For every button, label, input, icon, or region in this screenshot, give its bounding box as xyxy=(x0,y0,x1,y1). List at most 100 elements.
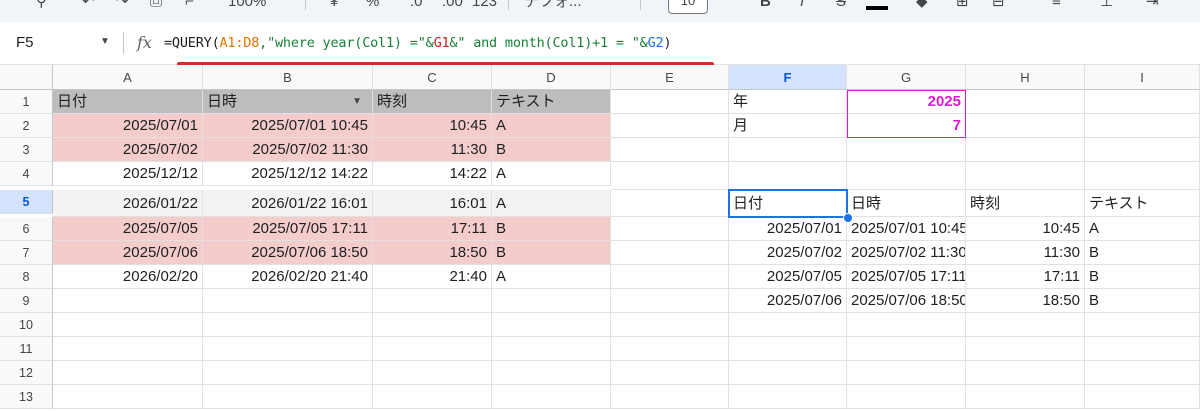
cell-a2[interactable]: 2025/07/01 xyxy=(53,114,203,138)
increase-decimal-button[interactable]: .00 xyxy=(442,0,463,14)
column-header-b[interactable]: B xyxy=(203,65,373,90)
percent-button[interactable]: % xyxy=(366,0,379,14)
column-header-a[interactable]: A xyxy=(53,65,203,90)
cell-h5[interactable]: 時刻 xyxy=(966,190,1085,217)
cell-h1[interactable] xyxy=(966,90,1085,114)
number-format-button[interactable]: 123 xyxy=(472,0,497,14)
cell-h7[interactable]: 11:30 xyxy=(966,241,1085,265)
cell-b11[interactable] xyxy=(203,337,373,361)
row-header[interactable]: 10 xyxy=(0,313,53,337)
filter-dropdown-icon[interactable]: ▼ xyxy=(352,90,362,113)
cell-g8[interactable]: 2025/07/05 17:11 xyxy=(847,265,966,289)
row-header[interactable]: 2 xyxy=(0,114,53,138)
cell-d3[interactable]: B xyxy=(492,138,611,162)
cell-h12[interactable] xyxy=(966,361,1085,385)
cell-b2[interactable]: 2025/07/01 10:45 xyxy=(203,114,373,138)
cell-b9[interactable] xyxy=(203,289,373,313)
cell-d1[interactable]: テキスト xyxy=(492,90,611,114)
cell-h10[interactable] xyxy=(966,313,1085,337)
cell-g4[interactable] xyxy=(847,162,966,190)
cell-c13[interactable] xyxy=(373,385,492,409)
strikethrough-button[interactable]: S xyxy=(836,0,846,14)
cell-f13[interactable] xyxy=(729,385,847,409)
row-header[interactable]: 7 xyxy=(0,241,53,265)
row-header[interactable]: 12 xyxy=(0,361,53,385)
cell-e11[interactable] xyxy=(611,337,729,361)
column-header-i[interactable]: I xyxy=(1085,65,1200,90)
cell-a4[interactable]: 2025/12/12 xyxy=(53,162,203,186)
column-header-f[interactable]: F xyxy=(729,65,847,90)
cell-i12[interactable] xyxy=(1085,361,1200,385)
cell-f11[interactable] xyxy=(729,337,847,361)
cell-c2[interactable]: 10:45 xyxy=(373,114,492,138)
cell-c10[interactable] xyxy=(373,313,492,337)
cell-g5[interactable]: 日時 xyxy=(847,190,966,217)
cell-h2[interactable] xyxy=(966,114,1085,138)
text-color-icon[interactable] xyxy=(866,6,888,10)
row-header[interactable]: 9 xyxy=(0,289,53,313)
cell-c9[interactable] xyxy=(373,289,492,313)
cell-a8[interactable]: 2026/02/20 xyxy=(53,265,203,289)
cell-a9[interactable] xyxy=(53,289,203,313)
cell-g7[interactable]: 2025/07/02 11:30 xyxy=(847,241,966,265)
cell-h11[interactable] xyxy=(966,337,1085,361)
cell-e12[interactable] xyxy=(611,361,729,385)
cell-i4[interactable] xyxy=(1085,162,1200,190)
cell-f6[interactable]: 2025/07/01 xyxy=(729,217,847,241)
cell-a11[interactable] xyxy=(53,337,203,361)
cell-d13[interactable] xyxy=(492,385,611,409)
row-header[interactable]: 13 xyxy=(0,385,53,409)
name-box[interactable]: F5 xyxy=(16,34,34,51)
cell-f9[interactable]: 2025/07/06 xyxy=(729,289,847,313)
cell-e1[interactable] xyxy=(611,90,729,114)
cell-d8[interactable]: A xyxy=(492,265,611,289)
cell-b1[interactable]: 日時 ▼ xyxy=(203,90,373,114)
cell-d7[interactable]: B xyxy=(492,241,611,265)
cell-e4[interactable] xyxy=(611,162,729,190)
cell-g9[interactable]: 2025/07/06 18:50 xyxy=(847,289,966,313)
cell-a6[interactable]: 2025/07/05 xyxy=(53,217,203,241)
vertical-align-icon[interactable]: ⊥ xyxy=(1100,0,1113,14)
cell-c8[interactable]: 21:40 xyxy=(373,265,492,289)
cell-g3[interactable] xyxy=(847,138,966,162)
cell-f2[interactable]: 月 xyxy=(729,114,847,138)
cell-d12[interactable] xyxy=(492,361,611,385)
cell-i13[interactable] xyxy=(1085,385,1200,409)
cell-b13[interactable] xyxy=(203,385,373,409)
cell-g12[interactable] xyxy=(847,361,966,385)
italic-button[interactable]: I xyxy=(800,0,804,14)
cell-f12[interactable] xyxy=(729,361,847,385)
cell-g2[interactable]: 7 xyxy=(847,114,966,138)
cell-c1[interactable]: 時刻 xyxy=(373,90,492,114)
cell-b3[interactable]: 2025/07/02 11:30 xyxy=(203,138,373,162)
cell-c11[interactable] xyxy=(373,337,492,361)
column-header-g[interactable]: G xyxy=(847,65,966,90)
cell-a5[interactable]: 2026/01/22 xyxy=(53,190,203,217)
cell-g10[interactable] xyxy=(847,313,966,337)
cell-e8[interactable] xyxy=(611,265,729,289)
select-all-corner[interactable] xyxy=(0,65,53,90)
cell-h3[interactable] xyxy=(966,138,1085,162)
row-header[interactable]: 3 xyxy=(0,138,53,162)
paint-format-icon[interactable]: ⌐ xyxy=(185,0,194,14)
borders-icon[interactable]: ⊞ xyxy=(956,0,969,14)
cell-b10[interactable] xyxy=(203,313,373,337)
cell-e10[interactable] xyxy=(611,313,729,337)
cell-a1[interactable]: 日付 xyxy=(53,90,203,114)
cell-c6[interactable]: 17:11 xyxy=(373,217,492,241)
cell-g13[interactable] xyxy=(847,385,966,409)
cell-e3[interactable] xyxy=(611,138,729,162)
bold-button[interactable]: B xyxy=(760,0,771,14)
cell-g6[interactable]: 2025/07/01 10:45 xyxy=(847,217,966,241)
undo-icon[interactable]: ↶ xyxy=(82,0,95,14)
font-family-select[interactable]: デフォ... xyxy=(524,0,582,14)
cell-d9[interactable] xyxy=(492,289,611,313)
cell-b8[interactable]: 2026/02/20 21:40 xyxy=(203,265,373,289)
cell-c7[interactable]: 18:50 xyxy=(373,241,492,265)
cell-e9[interactable] xyxy=(611,289,729,313)
cell-f10[interactable] xyxy=(729,313,847,337)
cell-b12[interactable] xyxy=(203,361,373,385)
formula-input[interactable]: =QUERY(A1:D8,"where year(Col1) ="&G1&" a… xyxy=(164,35,672,51)
cell-i10[interactable] xyxy=(1085,313,1200,337)
cell-d10[interactable] xyxy=(492,313,611,337)
